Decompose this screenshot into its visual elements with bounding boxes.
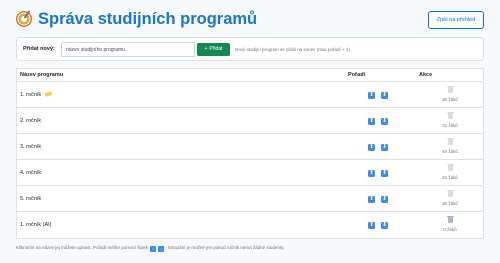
program-name-text: 1. ročník xyxy=(20,92,42,98)
pencil-icon xyxy=(44,91,53,97)
program-name-text: 5. ročník xyxy=(20,196,42,202)
move-up-button[interactable]: ⬆ xyxy=(368,170,375,177)
program-name-input[interactable] xyxy=(61,42,195,57)
move-down-button[interactable]: ⬇ xyxy=(381,144,388,151)
move-down-button[interactable]: ⬇ xyxy=(381,170,388,177)
back-button[interactable]: Zpět na přehled xyxy=(428,11,484,29)
program-name-text: 2. ročník xyxy=(20,118,42,124)
move-down-button[interactable]: ⬇ xyxy=(381,92,388,99)
table-row: 5. ročník ⬆ ⬇ 30 žáků xyxy=(17,186,483,212)
footer-note: Kliknutím na název jej můžete upravit. P… xyxy=(16,245,284,252)
table-row: 3. ročník ⬆ ⬇ 40 žáků xyxy=(17,134,483,160)
footer-text-2: . Smazání je možné jen pokud ročník nemá… xyxy=(165,245,285,250)
header-actions: Akce xyxy=(419,72,433,78)
student-count: 0 žáků xyxy=(443,227,457,232)
program-name[interactable]: 1. ročník xyxy=(20,91,53,99)
add-label: Přidat nový: xyxy=(23,46,55,52)
move-up-button[interactable]: ⬆ xyxy=(368,144,375,151)
page-header: Správa studijních programů Zpět na přehl… xyxy=(16,9,490,31)
table-row: 2. ročník ⬆ ⬇ 31 žáků xyxy=(17,108,483,134)
program-name[interactable]: 1. ročník (AI) xyxy=(20,222,51,229)
trash-icon xyxy=(447,137,454,145)
add-button[interactable]: + Přidat xyxy=(197,43,230,56)
program-name[interactable]: 2. ročník xyxy=(20,118,41,125)
header-order: Pořadí xyxy=(348,72,366,78)
move-up-button[interactable]: ⬆ xyxy=(368,222,375,229)
table-row: 4. ročník ⬆ ⬇ 31 žáků xyxy=(17,160,483,186)
table-row: 1. ročník ⬆ ⬇ 30 žáků xyxy=(17,82,483,108)
trash-icon xyxy=(447,163,454,171)
trash-icon xyxy=(447,85,454,93)
program-name-text: 3. ročník xyxy=(20,144,42,150)
header-name: Název programu xyxy=(20,72,64,78)
table-header: Název programu Pořadí Akce xyxy=(17,69,483,82)
page-title: Správa studijních programů xyxy=(38,10,258,28)
compass-icon xyxy=(16,11,32,27)
program-name[interactable]: 4. ročník xyxy=(20,170,41,177)
arrow-up-icon: ↑ xyxy=(150,246,157,252)
program-name[interactable]: 3. ročník xyxy=(20,144,41,151)
student-count: 31 žáků xyxy=(442,175,458,180)
add-hint: Nový studijní program se přidá na konec … xyxy=(235,47,352,52)
program-name-text: 4. ročník xyxy=(20,170,42,176)
add-program-form: Přidat nový: +Přidat Nový studijní progr… xyxy=(16,37,484,61)
student-count: 30 žáků xyxy=(442,201,458,206)
add-button-label: Přidat xyxy=(209,46,223,52)
move-down-button[interactable]: ⬇ xyxy=(381,222,388,229)
move-up-button[interactable]: ⬆ xyxy=(368,118,375,125)
program-name-text: 1. ročník (AI) xyxy=(20,222,52,228)
move-down-button[interactable]: ⬇ xyxy=(381,196,388,203)
arrow-down-icon: ↓ xyxy=(158,246,165,252)
student-count: 31 žáků xyxy=(442,123,458,128)
plus-icon: + xyxy=(204,46,208,52)
move-up-button[interactable]: ⬆ xyxy=(368,196,375,203)
move-up-button[interactable]: ⬆ xyxy=(368,92,375,99)
trash-icon xyxy=(447,111,454,119)
program-name[interactable]: 5. ročník xyxy=(20,196,41,203)
footer-text-1: Kliknutím na název jej můžete upravit. P… xyxy=(16,245,148,250)
trash-icon xyxy=(447,189,454,197)
trash-icon[interactable] xyxy=(447,215,454,223)
programs-table: Název programu Pořadí Akce 1. ročník ⬆ ⬇ 30… xyxy=(16,68,484,239)
move-down-button[interactable]: ⬇ xyxy=(381,118,388,125)
table-row: 1. ročník (AI) ⬆ ⬇ 0 žáků xyxy=(17,212,483,238)
student-count: 30 žáků xyxy=(442,97,458,102)
student-count: 40 žáků xyxy=(442,149,458,154)
